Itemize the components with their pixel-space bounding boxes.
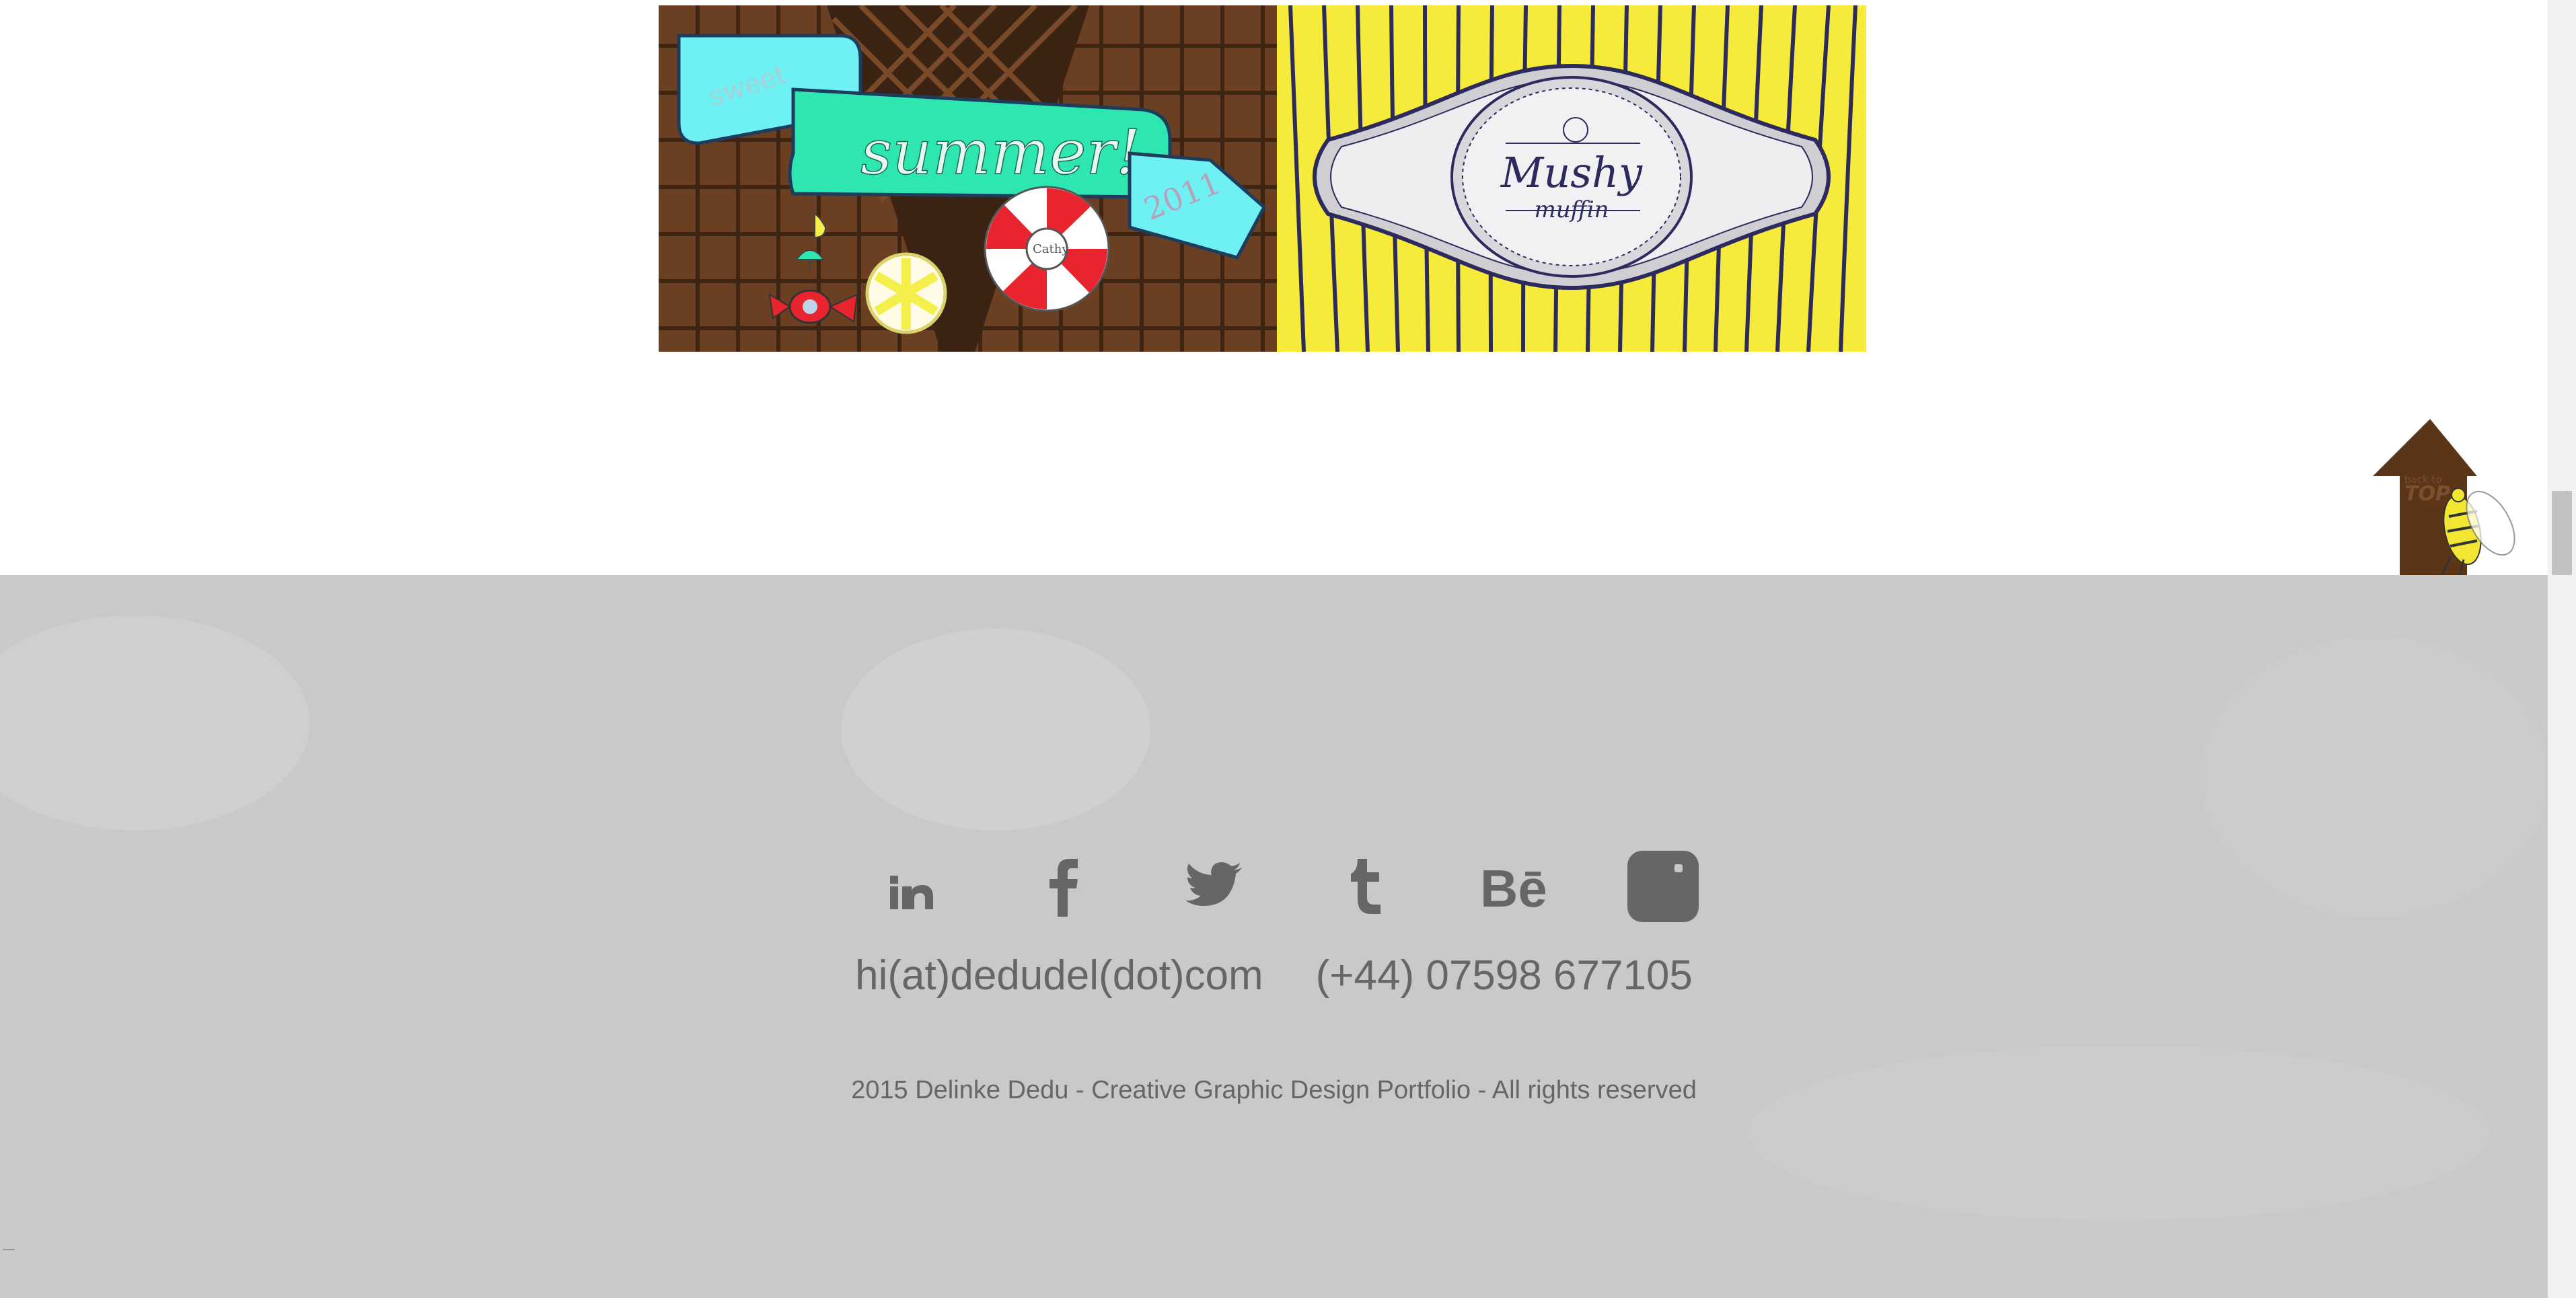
- copyright-text: 2015 Delinke Dedu - Creative Graphic Des…: [851, 1076, 1697, 1104]
- summer-artwork: sweet summer! 2011 Cathy: [659, 5, 1277, 352]
- linkedin-link[interactable]: [875, 849, 949, 923]
- twitter-link[interactable]: [1177, 849, 1251, 923]
- contact-info: hi(at)dedudel(dot)com (+44) 07598 677105: [0, 952, 2548, 999]
- muffin-artwork: Mushy muffin: [1277, 5, 1866, 352]
- facebook-link[interactable]: [1026, 849, 1100, 923]
- linkedin-icon: [890, 876, 933, 909]
- tumblr-icon: [1351, 859, 1381, 914]
- footer-bg-shape: [2200, 636, 2548, 918]
- scrollbar-thumb[interactable]: [2552, 491, 2572, 575]
- footer-bg-shape: [1749, 1046, 2489, 1221]
- facebook-icon: [1050, 859, 1078, 917]
- instagram-link[interactable]: [1626, 849, 1700, 923]
- back-to-top-icon: back to TOP: [2373, 419, 2515, 577]
- portfolio-item-summer[interactable]: sweet summer! 2011 Cathy: [659, 5, 1277, 352]
- corner-mark: [3, 1249, 15, 1250]
- social-links: Bē: [875, 849, 1702, 923]
- portfolio-strip: sweet summer! 2011 Cathy Mushy muffin: [659, 5, 1866, 352]
- muffin-brand-line2: muffin: [1535, 196, 1609, 223]
- email-text[interactable]: hi(at)dedudel(dot)com: [855, 952, 1263, 999]
- phone-text[interactable]: (+44) 07598 677105: [1316, 952, 1693, 999]
- instagram-icon: [1627, 851, 1699, 922]
- muffin-brand-line1: Mushy: [1500, 148, 1643, 197]
- back-to-top-label-2: TOP: [2404, 482, 2450, 506]
- page-content: sweet summer! 2011 Cathy Mushy muffin ba…: [0, 0, 2548, 577]
- behance-link[interactable]: Bē: [1480, 849, 1554, 923]
- candy-label: Cathy: [1033, 242, 1069, 256]
- footer: Bē hi(at)dedudel(dot)com (+44) 07598 6771…: [0, 575, 2548, 1298]
- twitter-icon: [1185, 862, 1242, 906]
- tumblr-link[interactable]: [1329, 849, 1403, 923]
- back-to-top-button[interactable]: back to TOP: [2369, 416, 2531, 577]
- svg-text:Bē: Bē: [1480, 860, 1547, 913]
- behance-icon: Bē: [1480, 860, 1547, 913]
- ribbon-main-text: summer!: [860, 116, 1140, 188]
- scrollbar-track[interactable]: [2548, 0, 2576, 1298]
- footer-bg-shape: [841, 629, 1150, 831]
- portfolio-item-mushy-muffin[interactable]: Mushy muffin: [1277, 5, 1866, 352]
- footer-bg-shape: [0, 615, 309, 831]
